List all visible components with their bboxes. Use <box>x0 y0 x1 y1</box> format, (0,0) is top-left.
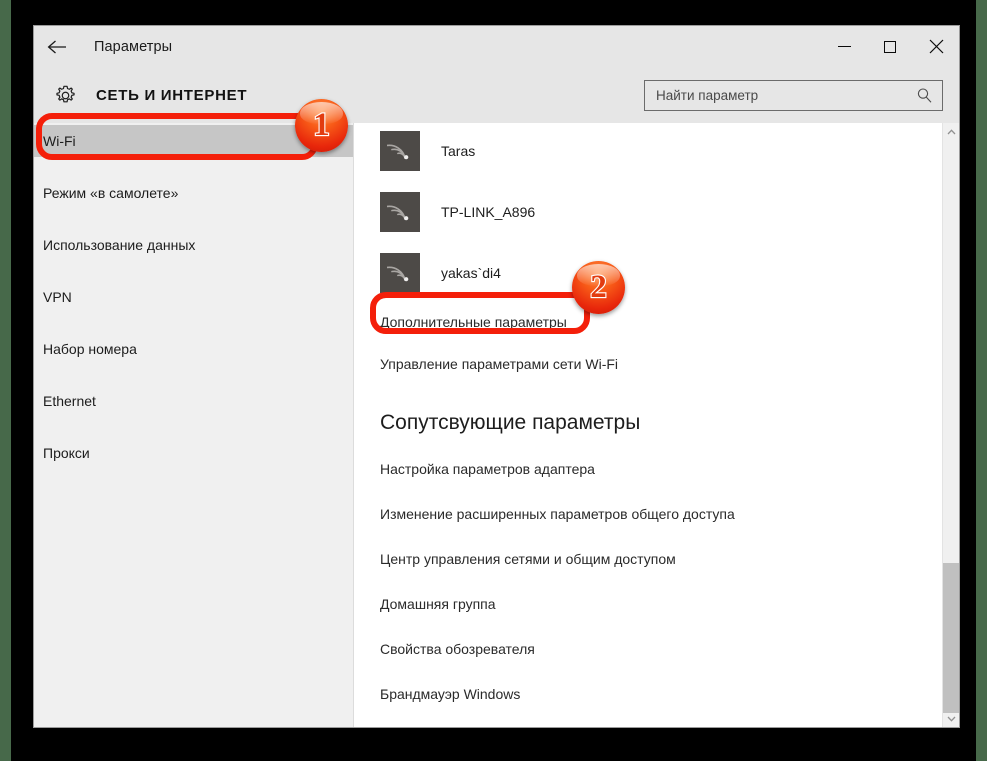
back-arrow-icon <box>47 40 66 53</box>
maximize-button[interactable] <box>867 26 913 67</box>
list-item[interactable]: TP-LINK_A896 <box>354 190 959 234</box>
title-bar: Параметры <box>34 26 959 67</box>
step-badge-1: 1 <box>295 99 348 152</box>
network-name: Taras <box>441 143 476 159</box>
search-icon[interactable] <box>916 87 933 104</box>
page-title: СЕТЬ И ИНТЕРНЕТ <box>96 86 248 104</box>
content-scrollbar[interactable] <box>942 123 959 727</box>
sidebar-item-label: Использование данных <box>43 237 196 253</box>
wifi-network-list: Taras TP-LINK_A896 yakas`di4 <box>354 123 959 295</box>
link-internet-options[interactable]: Свойства обозревателя <box>354 640 959 658</box>
desktop-edge-right <box>976 0 987 761</box>
link-homegroup[interactable]: Домашняя группа <box>354 595 959 613</box>
search-placeholder: Найти параметр <box>656 88 759 103</box>
wifi-icon <box>380 253 420 293</box>
sidebar-item-label: Режим «в самолете» <box>43 185 179 201</box>
link-manage-wifi-settings[interactable]: Управление параметрами сети Wi-Fi <box>354 354 959 374</box>
minimize-button[interactable] <box>821 26 867 67</box>
maximize-icon <box>884 40 896 53</box>
sidebar-item-ethernet[interactable]: Ethernet <box>34 385 353 417</box>
link-advanced-options[interactable]: Дополнительные параметры <box>354 312 959 332</box>
back-button[interactable] <box>34 26 80 67</box>
sidebar-item-label: Ethernet <box>43 393 96 409</box>
desktop-edge-left <box>0 0 11 761</box>
network-name: TP-LINK_A896 <box>441 204 536 220</box>
close-icon <box>929 39 943 54</box>
sidebar-item-proxy[interactable]: Прокси <box>34 437 353 469</box>
category-header: СЕТЬ И ИНТЕРНЕТ Найти параметр <box>34 67 959 123</box>
sidebar-item-airplane-mode[interactable]: Режим «в самолете» <box>34 177 353 209</box>
sidebar-item-data-usage[interactable]: Использование данных <box>34 229 353 261</box>
window-title: Параметры <box>94 38 173 55</box>
link-adapter-settings[interactable]: Настройка параметров адаптера <box>354 460 959 478</box>
link-windows-firewall[interactable]: Брандмауэр Windows <box>354 685 959 703</box>
settings-sidebar: Wi-Fi Режим «в самолете» Использование д… <box>34 123 362 727</box>
search-input[interactable]: Найти параметр <box>644 80 943 111</box>
sidebar-item-label: Wi-Fi <box>43 133 76 149</box>
settings-content: Taras TP-LINK_A896 yakas`di4 Дополнитель… <box>354 123 959 727</box>
network-name: yakas`di4 <box>441 265 501 281</box>
sidebar-item-dial-up[interactable]: Набор номера <box>34 333 353 365</box>
wifi-icon <box>380 131 420 171</box>
gear-icon <box>55 85 75 102</box>
window-controls <box>821 26 959 67</box>
list-item[interactable]: Taras <box>354 129 959 173</box>
step-badge-number: 2 <box>589 269 608 305</box>
wifi-icon <box>380 192 420 232</box>
sidebar-item-label: Прокси <box>43 445 90 461</box>
link-sharing-options[interactable]: Изменение расширенных параметров общего … <box>354 505 959 523</box>
chevron-down-icon[interactable] <box>943 710 959 727</box>
sidebar-item-label: Набор номера <box>43 341 137 357</box>
scrollbar-thumb[interactable] <box>943 563 959 713</box>
link-network-sharing-center[interactable]: Центр управления сетями и общим доступом <box>354 550 959 568</box>
sidebar-item-label: VPN <box>43 289 72 305</box>
gear-icon-wrap <box>34 83 96 108</box>
step-badge-number: 1 <box>312 107 331 143</box>
section-heading-related: Сопутсвующие параметры <box>380 411 641 434</box>
chevron-up-icon[interactable] <box>943 123 959 140</box>
minimize-icon <box>837 46 851 47</box>
step-badge-2: 2 <box>572 261 625 314</box>
list-item[interactable]: yakas`di4 <box>354 251 959 295</box>
close-button[interactable] <box>913 26 959 67</box>
sidebar-item-vpn[interactable]: VPN <box>34 281 353 313</box>
window-body: Wi-Fi Режим «в самолете» Использование д… <box>34 123 959 727</box>
settings-window: Параметры СЕТЬ И ИНТЕРНЕТ Найти параметр… <box>33 25 960 728</box>
